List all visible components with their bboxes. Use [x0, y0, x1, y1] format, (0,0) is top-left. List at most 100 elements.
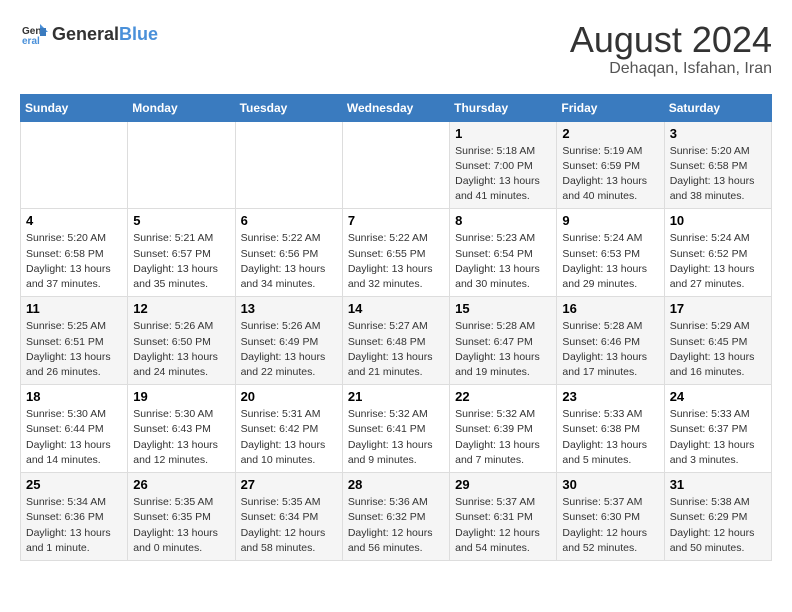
cell-content: Sunrise: 5:27 AM Sunset: 6:48 PM Dayligh… — [348, 319, 444, 380]
day-number: 9 — [562, 213, 658, 228]
title-block: August 2024 Dehaqan, Isfahan, Iran — [570, 20, 772, 78]
weekday-header-row: SundayMondayTuesdayWednesdayThursdayFrid… — [21, 94, 772, 121]
logo-icon: Gen eral — [20, 20, 48, 48]
day-number: 17 — [670, 301, 766, 316]
day-number: 22 — [455, 389, 551, 404]
calendar-cell: 27Sunrise: 5:35 AM Sunset: 6:34 PM Dayli… — [235, 473, 342, 561]
week-row-4: 18Sunrise: 5:30 AM Sunset: 6:44 PM Dayli… — [21, 385, 772, 473]
cell-content: Sunrise: 5:18 AM Sunset: 7:00 PM Dayligh… — [455, 144, 551, 205]
day-number: 7 — [348, 213, 444, 228]
calendar-cell: 14Sunrise: 5:27 AM Sunset: 6:48 PM Dayli… — [342, 297, 449, 385]
cell-content: Sunrise: 5:23 AM Sunset: 6:54 PM Dayligh… — [455, 231, 551, 292]
day-number: 23 — [562, 389, 658, 404]
cell-content: Sunrise: 5:22 AM Sunset: 6:55 PM Dayligh… — [348, 231, 444, 292]
cell-content: Sunrise: 5:30 AM Sunset: 6:43 PM Dayligh… — [133, 407, 229, 468]
weekday-header-monday: Monday — [128, 94, 235, 121]
cell-content: Sunrise: 5:22 AM Sunset: 6:56 PM Dayligh… — [241, 231, 337, 292]
calendar-cell: 19 Sunrise: 5:30 AM Sunset: 6:43 PM Dayli… — [128, 385, 235, 473]
calendar-cell: 25 Sunrise: 5:34 AM Sunset: 6:36 PM Dayli… — [21, 473, 128, 561]
day-number: 1 — [455, 126, 551, 141]
cell-content: Sunrise: 5:34 AM Sunset: 6:36 PM Dayligh… — [26, 495, 122, 556]
day-number: 25 — [26, 477, 122, 492]
calendar-cell: 21 Sunrise: 5:32 AM Sunset: 6:41 PM Dayli… — [342, 385, 449, 473]
cell-content: Sunrise: 5:32 AM Sunset: 6:39 PM Dayligh… — [455, 407, 551, 468]
day-number: 30 — [562, 477, 658, 492]
cell-content: Sunrise: 5:28 AM Sunset: 6:46 PM Dayligh… — [562, 319, 658, 380]
calendar-cell: 17 Sunrise: 5:29 AM Sunset: 6:45 PM Dayli… — [664, 297, 771, 385]
calendar-cell: 18Sunrise: 5:30 AM Sunset: 6:44 PM Dayli… — [21, 385, 128, 473]
weekday-header-tuesday: Tuesday — [235, 94, 342, 121]
calendar-cell: 11Sunrise: 5:25 AM Sunset: 6:51 PM Dayli… — [21, 297, 128, 385]
calendar-cell: 22 Sunrise: 5:32 AM Sunset: 6:39 PM Dayli… — [450, 385, 557, 473]
svg-text:eral: eral — [22, 36, 40, 47]
calendar-cell — [235, 121, 342, 209]
cell-content: Sunrise: 5:38 AM Sunset: 6:29 PM Dayligh… — [670, 495, 766, 556]
cell-content: Sunrise: 5:28 AM Sunset: 6:47 PM Dayligh… — [455, 319, 551, 380]
logo-blue-text: Blue — [119, 24, 158, 44]
weekday-header-wednesday: Wednesday — [342, 94, 449, 121]
calendar-cell: 3Sunrise: 5:20 AM Sunset: 6:58 PM Daylig… — [664, 121, 771, 209]
day-number: 18 — [26, 389, 122, 404]
day-number: 28 — [348, 477, 444, 492]
logo: Gen eral GeneralBlue — [20, 20, 158, 48]
main-title: August 2024 — [570, 20, 772, 60]
day-number: 10 — [670, 213, 766, 228]
weekday-header-sunday: Sunday — [21, 94, 128, 121]
day-number: 5 — [133, 213, 229, 228]
calendar-cell: 23 Sunrise: 5:33 AM Sunset: 6:38 PM Dayli… — [557, 385, 664, 473]
calendar-cell: 5Sunrise: 5:21 AM Sunset: 6:57 PM Daylig… — [128, 209, 235, 297]
calendar-cell: 7 Sunrise: 5:22 AM Sunset: 6:55 PM Daylig… — [342, 209, 449, 297]
cell-content: Sunrise: 5:25 AM Sunset: 6:51 PM Dayligh… — [26, 319, 122, 380]
cell-content: Sunrise: 5:20 AM Sunset: 6:58 PM Dayligh… — [26, 231, 122, 292]
cell-content: Sunrise: 5:24 AM Sunset: 6:53 PM Dayligh… — [562, 231, 658, 292]
day-number: 20 — [241, 389, 337, 404]
weekday-header-thursday: Thursday — [450, 94, 557, 121]
calendar-cell: 30 Sunrise: 5:37 AM Sunset: 6:30 PM Dayli… — [557, 473, 664, 561]
cell-content: Sunrise: 5:33 AM Sunset: 6:37 PM Dayligh… — [670, 407, 766, 468]
cell-content: Sunrise: 5:26 AM Sunset: 6:50 PM Dayligh… — [133, 319, 229, 380]
calendar-cell: 24 Sunrise: 5:33 AM Sunset: 6:37 PM Dayli… — [664, 385, 771, 473]
cell-content: Sunrise: 5:24 AM Sunset: 6:52 PM Dayligh… — [670, 231, 766, 292]
calendar-cell: 1 Sunrise: 5:18 AM Sunset: 7:00 PM Daylig… — [450, 121, 557, 209]
subtitle: Dehaqan, Isfahan, Iran — [570, 60, 772, 78]
day-number: 12 — [133, 301, 229, 316]
cell-content: Sunrise: 5:26 AM Sunset: 6:49 PM Dayligh… — [241, 319, 337, 380]
calendar-cell: 15 Sunrise: 5:28 AM Sunset: 6:47 PM Dayli… — [450, 297, 557, 385]
day-number: 26 — [133, 477, 229, 492]
calendar-cell: 8Sunrise: 5:23 AM Sunset: 6:54 PM Daylig… — [450, 209, 557, 297]
calendar-cell: 31 Sunrise: 5:38 AM Sunset: 6:29 PM Dayli… — [664, 473, 771, 561]
page-header: Gen eral GeneralBlue August 2024 Dehaqan… — [20, 20, 772, 78]
week-row-2: 4Sunrise: 5:20 AM Sunset: 6:58 PM Daylig… — [21, 209, 772, 297]
calendar-cell: 4Sunrise: 5:20 AM Sunset: 6:58 PM Daylig… — [21, 209, 128, 297]
weekday-header-friday: Friday — [557, 94, 664, 121]
calendar-cell: 12 Sunrise: 5:26 AM Sunset: 6:50 PM Dayli… — [128, 297, 235, 385]
calendar-cell: 28 Sunrise: 5:36 AM Sunset: 6:32 PM Dayli… — [342, 473, 449, 561]
day-number: 16 — [562, 301, 658, 316]
day-number: 3 — [670, 126, 766, 141]
day-number: 15 — [455, 301, 551, 316]
cell-content: Sunrise: 5:36 AM Sunset: 6:32 PM Dayligh… — [348, 495, 444, 556]
day-number: 24 — [670, 389, 766, 404]
day-number: 2 — [562, 126, 658, 141]
cell-content: Sunrise: 5:29 AM Sunset: 6:45 PM Dayligh… — [670, 319, 766, 380]
cell-content: Sunrise: 5:32 AM Sunset: 6:41 PM Dayligh… — [348, 407, 444, 468]
calendar-cell: 20 Sunrise: 5:31 AM Sunset: 6:42 PM Dayli… — [235, 385, 342, 473]
day-number: 29 — [455, 477, 551, 492]
calendar-cell — [21, 121, 128, 209]
cell-content: Sunrise: 5:33 AM Sunset: 6:38 PM Dayligh… — [562, 407, 658, 468]
calendar-cell: 6 Sunrise: 5:22 AM Sunset: 6:56 PM Daylig… — [235, 209, 342, 297]
calendar-cell: 10 Sunrise: 5:24 AM Sunset: 6:52 PM Dayli… — [664, 209, 771, 297]
day-number: 31 — [670, 477, 766, 492]
day-number: 19 — [133, 389, 229, 404]
calendar-cell: 9 Sunrise: 5:24 AM Sunset: 6:53 PM Daylig… — [557, 209, 664, 297]
day-number: 6 — [241, 213, 337, 228]
calendar-cell: 26 Sunrise: 5:35 AM Sunset: 6:35 PM Dayli… — [128, 473, 235, 561]
cell-content: Sunrise: 5:31 AM Sunset: 6:42 PM Dayligh… — [241, 407, 337, 468]
cell-content: Sunrise: 5:37 AM Sunset: 6:30 PM Dayligh… — [562, 495, 658, 556]
cell-content: Sunrise: 5:35 AM Sunset: 6:35 PM Dayligh… — [133, 495, 229, 556]
calendar-cell: 13Sunrise: 5:26 AM Sunset: 6:49 PM Dayli… — [235, 297, 342, 385]
week-row-3: 11Sunrise: 5:25 AM Sunset: 6:51 PM Dayli… — [21, 297, 772, 385]
cell-content: Sunrise: 5:37 AM Sunset: 6:31 PM Dayligh… — [455, 495, 551, 556]
week-row-1: 1 Sunrise: 5:18 AM Sunset: 7:00 PM Daylig… — [21, 121, 772, 209]
day-number: 21 — [348, 389, 444, 404]
